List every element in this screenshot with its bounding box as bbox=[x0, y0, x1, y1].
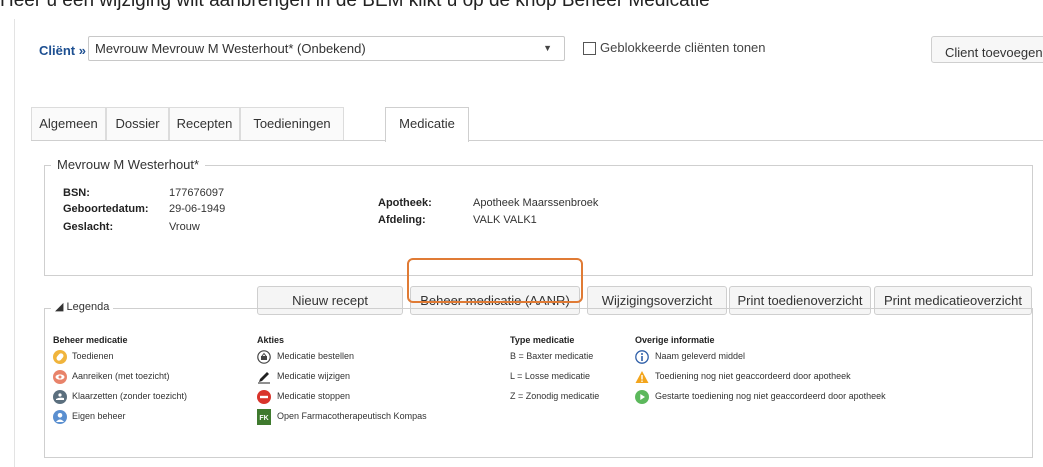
chevron-down-icon: ▼ bbox=[543, 43, 552, 53]
legend-head-beheer: Beheer medicatie bbox=[53, 335, 128, 345]
department-value: VALK VALK1 bbox=[473, 214, 537, 226]
legend-toggle[interactable]: ◢ Legenda bbox=[51, 300, 114, 313]
pencil-icon bbox=[258, 372, 270, 384]
legend-aanreiken: Aanreiken (met toezicht) bbox=[72, 371, 170, 381]
client-select[interactable]: Mevrouw Mevrouw M Westerhout* (Onbekend)… bbox=[88, 36, 565, 61]
legend-losse: L = Losse medicatie bbox=[510, 371, 590, 381]
legend-head-akties: Akties bbox=[257, 335, 285, 345]
pharmacy-value: Apotheek Maarssenbroek bbox=[473, 197, 599, 209]
tab-toedieningen[interactable]: Toedieningen bbox=[240, 107, 344, 140]
pill-icon bbox=[53, 350, 67, 364]
client-select-value: Mevrouw Mevrouw M Westerhout* (Onbekend) bbox=[95, 41, 366, 56]
eye-icon bbox=[53, 370, 67, 384]
tab-divider bbox=[31, 140, 1043, 141]
legend-head-type: Type medicatie bbox=[510, 335, 575, 345]
legend-naam-geleverd: Naam geleverd middel bbox=[655, 351, 746, 361]
highlight-frame bbox=[407, 258, 583, 303]
stop-icon bbox=[257, 390, 271, 404]
gender-label: Geslacht: bbox=[63, 221, 114, 233]
tab-dossier[interactable]: Dossier bbox=[106, 107, 169, 140]
legend-fk: Open Farmacotherapeutisch Kompas bbox=[277, 411, 427, 421]
legend-stoppen: Medicatie stoppen bbox=[277, 391, 351, 401]
legend-gestarte: Gestarte toediening nog niet geaccordeer… bbox=[655, 391, 886, 401]
legend-eigen-beheer: Eigen beheer bbox=[72, 411, 126, 421]
legend-niet-geaccordeerd: Toediening nog niet geaccordeerd door ap… bbox=[655, 371, 851, 381]
legend-wijzigen: Medicatie wijzigen bbox=[277, 371, 351, 381]
tab-algemeen[interactable]: Algemeen bbox=[31, 107, 106, 140]
department-label: Afdeling: bbox=[378, 214, 426, 226]
bsn-value: 177676097 bbox=[169, 187, 225, 199]
legend-baxter: B = Baxter medicatie bbox=[510, 351, 594, 361]
patient-name: Mevrouw M Westerhout* bbox=[51, 157, 206, 172]
tab-medicatie[interactable]: Medicatie bbox=[385, 107, 469, 142]
hand-icon bbox=[53, 390, 67, 404]
fk-icon: FK bbox=[257, 409, 271, 425]
person-icon bbox=[53, 410, 67, 424]
gender-value: Vrouw bbox=[169, 221, 200, 233]
tab-recepten[interactable]: Recepten bbox=[169, 107, 240, 140]
add-client-button[interactable]: Client toevoegen bbox=[931, 36, 1043, 63]
info-icon bbox=[635, 350, 649, 364]
blocked-clients-label: Geblokkeerde cliënten tonen bbox=[600, 40, 766, 55]
pharmacy-label: Apotheek: bbox=[378, 197, 432, 209]
blocked-clients-checkbox[interactable] bbox=[583, 42, 596, 55]
legend-klaarzetten: Klaarzetten (zonder toezicht) bbox=[72, 391, 188, 401]
legend-fieldset bbox=[44, 308, 1033, 458]
client-label: Cliënt » bbox=[39, 43, 86, 58]
app-panel: Cliënt » Mevrouw Mevrouw M Westerhout* (… bbox=[14, 19, 1043, 467]
dob-label: Geboortedatum: bbox=[63, 203, 149, 215]
legend-toedienen: Toedienen bbox=[72, 351, 114, 361]
legend-zonodig: Z = Zonodig medicatie bbox=[510, 391, 600, 401]
order-basket-icon bbox=[257, 350, 271, 364]
legend-bestellen: Medicatie bestellen bbox=[277, 351, 355, 361]
bsn-label: BSN: bbox=[63, 187, 90, 199]
legend-head-overig: Overige informatie bbox=[635, 335, 715, 345]
play-icon bbox=[635, 390, 649, 404]
dob-value: 29-06-1949 bbox=[169, 203, 226, 215]
instruction-text: Heer u een wijziging wilt aanbrengen in … bbox=[0, 0, 710, 11]
warning-icon bbox=[635, 371, 649, 383]
